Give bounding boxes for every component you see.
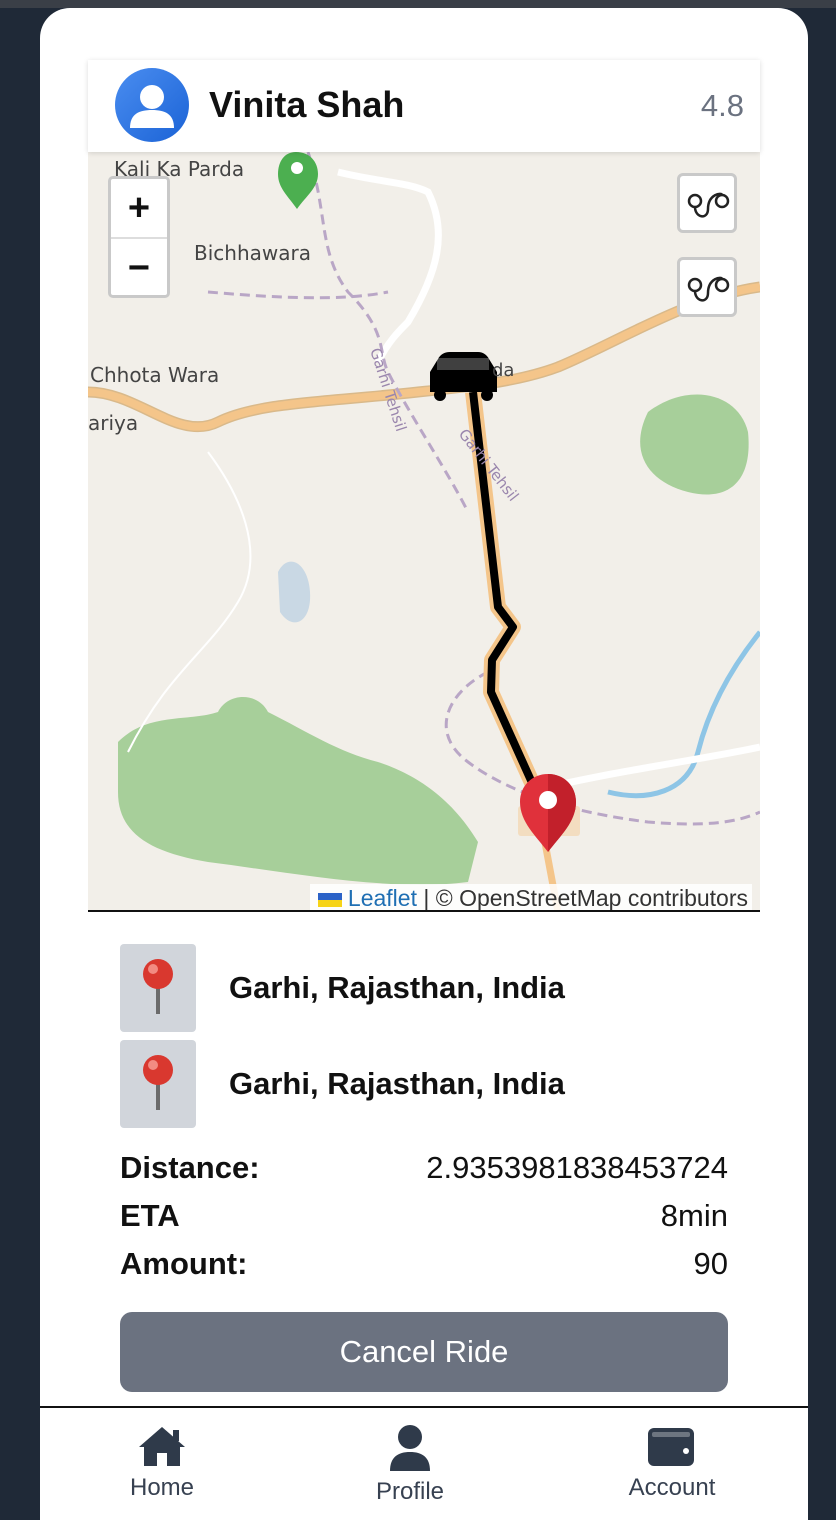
map-place-label: ariya: [88, 411, 138, 435]
pickup-address: Garhi, Rajasthan, India: [229, 970, 565, 1005]
wallet-icon: [648, 1428, 694, 1466]
leaflet-link[interactable]: Leaflet: [348, 885, 417, 911]
eta-label: ETA: [120, 1198, 180, 1233]
nav-profile[interactable]: Profile: [340, 1424, 480, 1506]
home-icon: [139, 1427, 185, 1466]
map-attribution: Leaflet | © OpenStreetMap contributors: [309, 884, 752, 912]
cancel-ride-button[interactable]: Cancel Ride: [120, 1312, 728, 1392]
driver-rating: 4.8: [700, 88, 744, 123]
eta-row: ETA 8min: [120, 1198, 728, 1238]
nav-home[interactable]: Home: [92, 1424, 232, 1502]
pickup-location: Garhi, Rajasthan, India: [120, 944, 720, 1032]
dropoff-address: Garhi, Rajasthan, India: [229, 1066, 565, 1101]
distance-label: Distance:: [120, 1150, 260, 1185]
nav-home-label: Home: [129, 1474, 195, 1501]
map-tiles: Kali Ka Parda Bichhawara Chhota Wara ari…: [88, 152, 760, 912]
amount-row: Amount: 90: [120, 1246, 728, 1286]
map-place-label: Chhota Wara: [90, 363, 219, 387]
nav-profile-label: Profile: [375, 1478, 445, 1505]
zoom-out-button[interactable]: −: [111, 239, 167, 297]
bottom-navigation: Home Profile Account: [40, 1406, 808, 1520]
route-icon: [687, 192, 730, 218]
nav-account[interactable]: Account: [602, 1424, 742, 1502]
dropoff-location: Garhi, Rajasthan, India: [120, 1040, 720, 1128]
nav-account-label: Account: [628, 1474, 716, 1501]
map[interactable]: Kali Ka Parda Bichhawara Chhota Wara ari…: [88, 152, 760, 912]
attribution-text: © OpenStreetMap contributors: [435, 885, 748, 911]
zoom-control: + −: [108, 176, 170, 298]
route-toggle-button[interactable]: [677, 173, 737, 233]
driver-card: Vinita Shah 4.8: [88, 60, 760, 152]
user-avatar-icon: [115, 68, 189, 142]
driver-name: Vinita Shah: [209, 84, 405, 125]
route-toggle-button[interactable]: [677, 257, 737, 317]
distance-value: 2.9353981838453724: [426, 1150, 728, 1185]
attribution-separator: |: [416, 885, 436, 911]
ride-screen: Vinita Shah 4.8 Kali Ka Parda Bichhawara…: [40, 8, 808, 1520]
amount-value: 90: [693, 1246, 728, 1281]
map-divider: [88, 910, 760, 912]
amount-label: Amount:: [120, 1246, 248, 1281]
profile-icon: [390, 1425, 430, 1471]
zoom-in-button[interactable]: +: [111, 179, 167, 239]
distance-row: Distance: 2.9353981838453724: [120, 1150, 728, 1190]
ukraine-flag-icon: [317, 893, 342, 907]
map-place-label: Bichhawara: [194, 241, 311, 265]
window-top-bar: [0, 0, 836, 8]
pushpin-icon: [120, 944, 196, 1032]
eta-value: 8min: [660, 1198, 728, 1233]
route-icon: [687, 276, 730, 302]
map-place-label: da: [492, 360, 514, 381]
pushpin-icon: [120, 1040, 196, 1128]
